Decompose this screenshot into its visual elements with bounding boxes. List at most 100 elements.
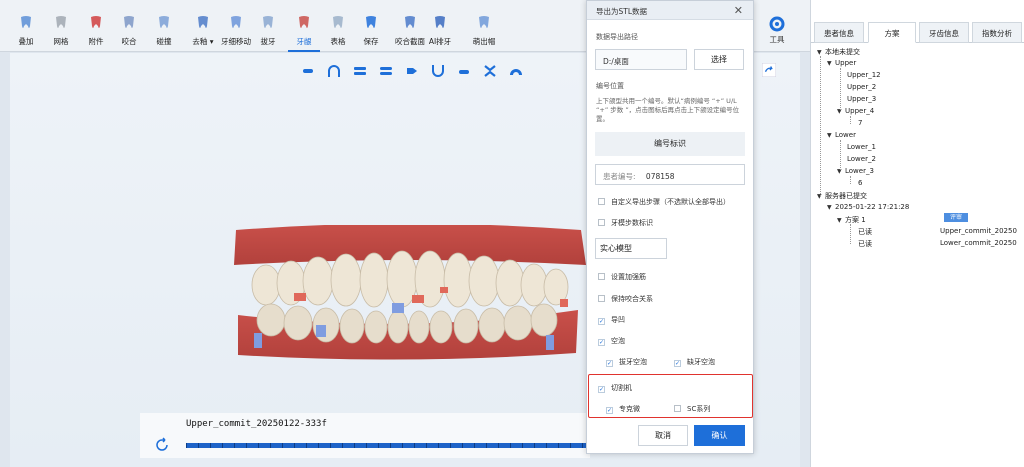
tree-upper-item[interactable]: Upper_12 xyxy=(847,71,881,79)
tree-upper[interactable]: ▼ Upper xyxy=(827,59,856,67)
path-field[interactable]: D:/桌面 xyxy=(595,49,687,70)
view-occlusal-icon[interactable] xyxy=(508,63,524,79)
toolbar-button[interactable]: 碰撞 xyxy=(148,14,180,52)
redo-icon[interactable] xyxy=(761,62,777,78)
tree-file[interactable]: Upper_commit_20250 xyxy=(940,227,1017,235)
tab-index-analysis[interactable]: 指数分析 xyxy=(972,22,1022,43)
timeline-tick xyxy=(414,443,415,448)
timeline-tick xyxy=(270,443,271,448)
view-bottom-icon[interactable] xyxy=(456,63,472,79)
tools-button[interactable]: 工具 xyxy=(763,16,791,45)
cancel-button[interactable]: 取消 xyxy=(638,425,688,446)
tree-lower-3[interactable]: ▼ Lower_3 xyxy=(837,167,874,175)
enamel-removal-icon xyxy=(198,16,208,28)
tooth-step-mark-checkbox[interactable]: 牙模步数标识 xyxy=(598,218,653,228)
keep-bite-checkbox[interactable]: 保持咬合关系 xyxy=(598,294,653,304)
toolbar-button[interactable]: 保存 xyxy=(355,14,387,52)
reinforce-checkbox[interactable]: 设置加强筋 xyxy=(598,272,646,282)
gear-icon xyxy=(769,16,785,32)
tooth-move-icon xyxy=(231,16,241,28)
toolbar-button-label: 叠加 xyxy=(18,37,34,46)
toolbar-button[interactable]: 牙龈 xyxy=(288,14,320,52)
toolbar-button[interactable]: 萌出帽 xyxy=(468,14,500,52)
custom-steps-checkbox[interactable]: 自定义导出步骤（不选默认全部导出） xyxy=(598,197,730,207)
tree-lower-item[interactable]: Lower_1 xyxy=(847,143,876,151)
timeline-tick xyxy=(342,443,343,448)
timeline-tick xyxy=(198,443,199,448)
tree-plan[interactable]: ▼ 方案 1 xyxy=(837,215,866,225)
toolbar-button[interactable]: 网格 xyxy=(45,14,77,52)
toolbar-button[interactable]: 牙细移动 xyxy=(216,14,256,52)
patient-number-value: 078158 xyxy=(645,172,675,181)
toolbar-button[interactable]: 叠加 xyxy=(10,14,42,52)
view-arch-lower-icon[interactable] xyxy=(430,63,446,79)
tree-server-root[interactable]: ▼ 服务器已提交 xyxy=(817,191,867,201)
guide-groove-checkbox[interactable]: ✓ 导凹 xyxy=(598,315,625,325)
view-split-icon[interactable] xyxy=(482,63,498,79)
toolbar-button[interactable]: 表格 xyxy=(322,14,354,52)
extraction-hollow-checkbox[interactable]: ✓ 拔牙空泡 xyxy=(606,357,647,367)
tab-patient-info[interactable]: 患者信息 xyxy=(814,22,864,43)
tree-lower[interactable]: ▼ Lower xyxy=(827,131,856,139)
panel-tabs: 患者信息 方案 牙齿信息 指数分析 xyxy=(811,22,1024,43)
tree-read-status: 已读 xyxy=(858,228,872,236)
toolbar-button[interactable]: 咬合 xyxy=(113,14,145,52)
refresh-icon[interactable] xyxy=(154,437,170,453)
tab-tooth-info[interactable]: 牙齿信息 xyxy=(919,22,969,43)
timeline-tick xyxy=(462,443,463,448)
tab-plan[interactable]: 方案 xyxy=(868,22,916,43)
bite-section-icon xyxy=(405,16,415,28)
dialog-header: 导出为STL数据 ✕ xyxy=(587,1,753,20)
timeline-tick xyxy=(294,443,295,448)
dialog-title: 导出为STL数据 xyxy=(596,7,648,16)
missing-hollow-checkbox[interactable]: ✓ 缺牙空泡 xyxy=(674,357,715,367)
close-icon[interactable]: ✕ xyxy=(734,4,743,17)
timeline-tick xyxy=(366,443,367,448)
tree-date[interactable]: ▼ 2025-01-22 17:21:28 xyxy=(827,203,909,211)
hollow-checkbox[interactable]: ✓ 空泡 xyxy=(598,336,625,346)
view-arch-open-icon[interactable] xyxy=(326,63,342,79)
tree-file[interactable]: Lower_commit_20250 xyxy=(940,239,1017,247)
tree-upper-item[interactable]: Upper_3 xyxy=(847,95,876,103)
view-left-icon[interactable] xyxy=(404,63,420,79)
collision-icon xyxy=(159,16,169,28)
step-timeline: Upper_commit_20250122-333f xyxy=(140,413,590,458)
toolbar-button[interactable]: AI排牙 xyxy=(424,14,456,52)
view-bite-icon[interactable] xyxy=(378,63,394,79)
timeline-tick xyxy=(222,443,223,448)
timeline-tick xyxy=(318,443,319,448)
custom-steps-label: 自定义导出步骤（不选默认全部导出） xyxy=(611,198,730,206)
tree-connector xyxy=(850,176,851,184)
viewport-side-icons xyxy=(761,62,777,79)
step-slider[interactable] xyxy=(186,443,590,448)
tree-upper-4-child[interactable]: 7 xyxy=(858,119,862,127)
timeline-tick xyxy=(258,443,259,448)
patient-number-label: 患者编号: xyxy=(603,172,636,181)
toolbar-button-label: AI排牙 xyxy=(428,37,452,46)
timeline-tick xyxy=(390,443,391,448)
toolbar-button-label: 牙龈 xyxy=(296,37,312,46)
toolbar-button[interactable]: 附件 xyxy=(80,14,112,52)
dental-model-3d[interactable] xyxy=(226,225,591,360)
tree-upper-item[interactable]: Upper_2 xyxy=(847,83,876,91)
grid-icon xyxy=(56,16,66,28)
tree-lower-item[interactable]: Lower_2 xyxy=(847,155,876,163)
missing-hollow-label: 缺牙空泡 xyxy=(687,358,715,366)
model-type-select[interactable]: 实心模型 xyxy=(595,238,667,259)
choose-button[interactable]: 选择 xyxy=(694,49,744,70)
tree-connector xyxy=(840,140,841,172)
confirm-button[interactable]: 确认 xyxy=(694,425,745,446)
patient-number-field[interactable]: 患者编号: 078158 xyxy=(595,164,745,185)
review-badge[interactable]: 评审 xyxy=(944,213,968,222)
gum-icon xyxy=(299,16,309,28)
numbering-note: 上下颌型共用一个编号。默认“病例编号 “+” U/L “+” 步数 ”，点击图标… xyxy=(596,97,740,123)
tree-upper-4[interactable]: ▼ Upper_4 xyxy=(837,107,874,115)
view-front-icon[interactable] xyxy=(352,63,368,79)
timeline-tick xyxy=(498,443,499,448)
toolbar-button[interactable]: 拔牙 xyxy=(252,14,284,52)
tree-local-root[interactable]: ▼ 本地未提交 xyxy=(817,47,860,57)
numbering-mark-button[interactable]: 编号标识 xyxy=(595,132,745,156)
tree-connector xyxy=(820,56,821,196)
tree-lower-3-child[interactable]: 6 xyxy=(858,179,862,187)
view-top-icon[interactable] xyxy=(300,63,316,79)
